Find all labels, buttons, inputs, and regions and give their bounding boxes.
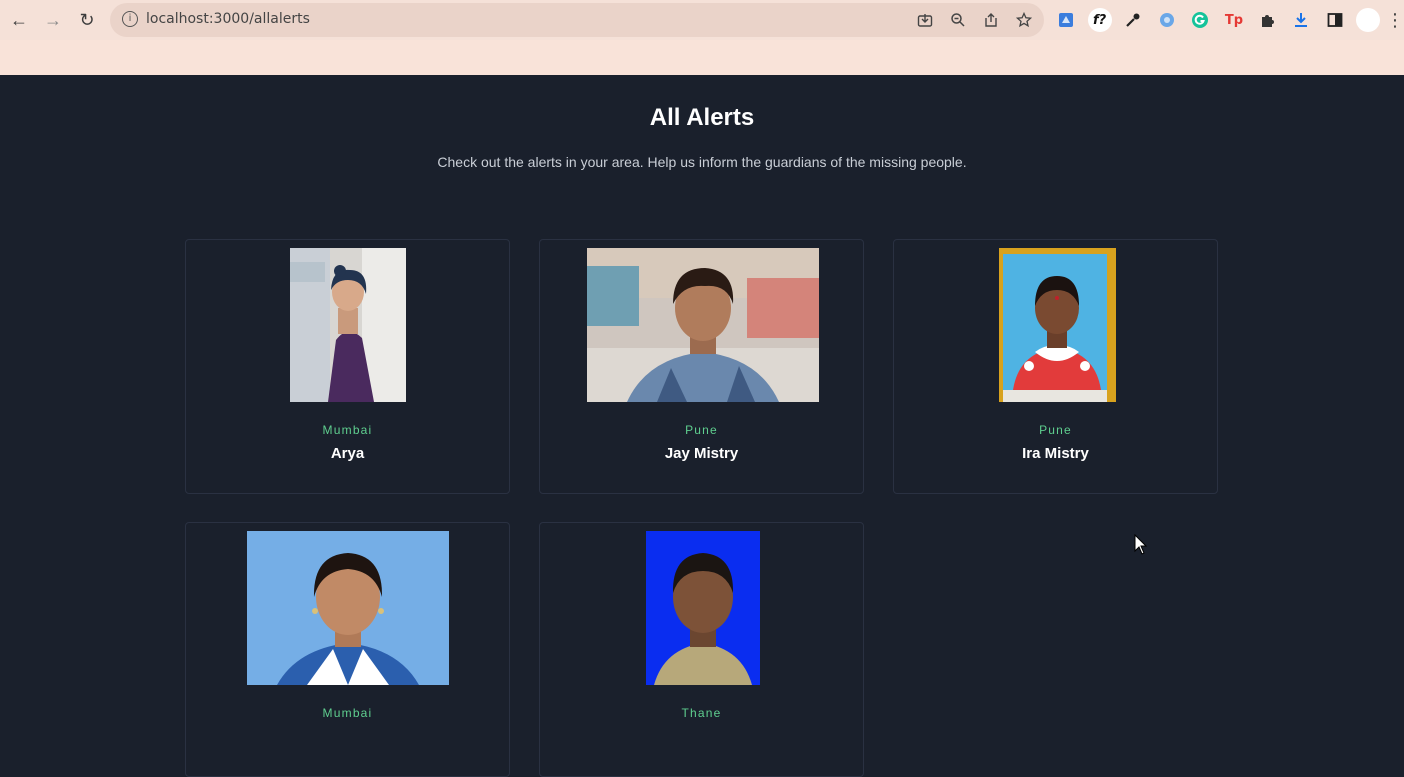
- person-photo: [999, 248, 1116, 402]
- profile-avatar[interactable]: [1356, 8, 1381, 32]
- extension-grammarly-icon[interactable]: [1188, 8, 1212, 32]
- app-header-strip: [0, 40, 1404, 75]
- person-photo: [646, 531, 760, 685]
- reload-icon[interactable]: ↻: [74, 7, 100, 33]
- alert-card[interactable]: Mumbai: [185, 522, 510, 777]
- extension-eyedropper-icon[interactable]: [1121, 8, 1145, 32]
- page-subtitle: Check out the alerts in your area. Help …: [437, 154, 967, 170]
- alert-name: Arya: [330, 445, 365, 462]
- extensions-puzzle-icon[interactable]: [1256, 8, 1280, 32]
- browser-toolbar: ← → ↻ i localhost:3000/allalerts f? Tp ⋮: [0, 0, 1404, 40]
- extension-web-icon[interactable]: [1155, 8, 1179, 32]
- address-url[interactable]: localhost:3000/allalerts: [146, 11, 310, 27]
- zoom-icon[interactable]: [946, 8, 970, 32]
- back-icon[interactable]: ←: [6, 7, 32, 33]
- extension-fonts-icon[interactable]: f?: [1087, 8, 1112, 32]
- side-panel-icon[interactable]: [1323, 8, 1347, 32]
- alert-city: Pune: [1039, 423, 1072, 437]
- site-info-icon[interactable]: i: [122, 11, 138, 27]
- alert-name: Jay Mistry: [664, 445, 739, 462]
- person-photo: [587, 248, 819, 402]
- alert-card[interactable]: Pune Ira Mistry: [893, 239, 1218, 494]
- mouse-cursor-icon: [1134, 533, 1148, 561]
- alert-city: Pune: [685, 423, 718, 437]
- browser-menu-icon[interactable]: ⋮: [1386, 8, 1404, 32]
- person-photo: [247, 531, 449, 685]
- download-icon[interactable]: [1289, 8, 1313, 32]
- alert-card[interactable]: Thane: [539, 522, 864, 777]
- alert-card[interactable]: Mumbai Arya: [185, 239, 510, 494]
- install-app-icon[interactable]: [913, 8, 937, 32]
- bookmark-star-icon[interactable]: [1012, 8, 1036, 32]
- person-photo: [290, 248, 406, 402]
- alert-card[interactable]: Pune Jay Mistry: [539, 239, 864, 494]
- alert-city: Mumbai: [322, 423, 373, 437]
- extension-tp-icon[interactable]: Tp: [1222, 8, 1246, 32]
- page-title: All Alerts: [649, 104, 755, 131]
- alert-name: Ira Mistry: [1022, 445, 1089, 462]
- forward-icon[interactable]: →: [40, 7, 66, 33]
- alert-city: Thane: [681, 706, 722, 720]
- address-bar[interactable]: i localhost:3000/allalerts: [110, 3, 1044, 37]
- alert-city: Mumbai: [322, 706, 373, 720]
- share-icon[interactable]: [979, 8, 1003, 32]
- extension-drive-icon[interactable]: [1054, 8, 1078, 32]
